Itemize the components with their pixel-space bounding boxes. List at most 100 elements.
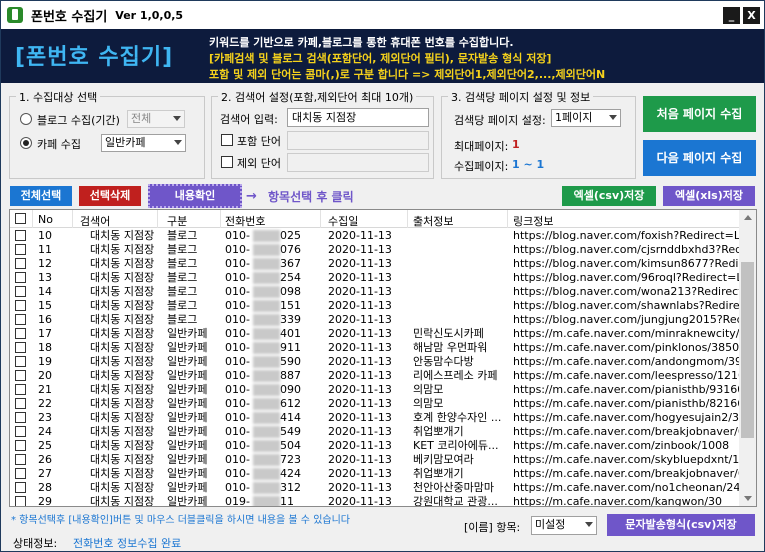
excel-xls-button[interactable]: 엑셀(xls)저장 [663,186,755,206]
keyword-input[interactable]: 대치동 지점장 [287,108,429,127]
col-header-type[interactable]: 구분 [167,213,187,229]
table-row[interactable]: 14 대치동 지점장 블로그 010- 098 2020-11-13 https://blo… [10,285,740,299]
col-header-link[interactable]: 링크정보 [513,213,553,229]
col-header-date[interactable]: 수집일 [328,213,358,229]
table-row[interactable]: 12 대치동 지점장 블로그 010- 367 2020-11-13 https://blo… [10,257,740,271]
sms-format-csv-button[interactable]: 문자발송형식(csv)저장 [607,514,755,536]
col-header-no[interactable]: No [38,213,53,226]
table-row[interactable]: 10 대치동 지점장 블로그 010- 025 2020-11-13 https://blo… [10,229,740,243]
row-checkbox[interactable] [15,286,26,297]
next-page-collect-button[interactable]: 다음 페이지 수집 [643,140,756,176]
row-checkbox[interactable] [15,328,26,339]
cell-phone-prefix: 010- [225,257,250,270]
table-row[interactable]: 27 대치동 지점장 일반카페 010- 424 2020-11-13 취업뽀개기 https… [10,467,740,481]
cell-link: https://m.cafe.naver.com/zinbook/1008 [513,439,730,452]
table-row[interactable]: 28 대치동 지점장 일반카페 010- 312 2020-11-13 천안아산중마맘마 ht… [10,481,740,495]
col-header-keyword[interactable]: 검색어 [80,213,110,229]
version-label: Ver 1,0,0,5 [115,8,184,22]
row-checkbox[interactable] [15,426,26,437]
row-checkbox[interactable] [15,440,26,451]
exclude-input[interactable] [287,153,429,172]
table-row[interactable]: 18 대치동 지점장 일반카페 010- 911 2020-11-13 해남맘 우먼파워 ht… [10,341,740,355]
exclude-checkbox[interactable] [221,156,233,168]
table-row[interactable]: 25 대치동 지점장 일반카페 010- 504 2020-11-13 KET 코리아에듀.… [10,439,740,453]
cafe-radio[interactable] [20,137,32,149]
vertical-scrollbar[interactable] [739,210,756,506]
delete-selected-button[interactable]: 선택삭제 [79,186,141,206]
row-checkbox[interactable] [15,300,26,311]
row-checkbox[interactable] [15,230,26,241]
cafe-type-select[interactable]: 일반카페 [101,134,186,152]
table-row[interactable]: 11 대치동 지점장 블로그 010- 076 2020-11-13 https://blo… [10,243,740,257]
blog-label: 블로그 수집(기간) [37,114,120,127]
cell-no: 13 [38,271,52,284]
cell-phone-suffix: 11 [280,495,294,507]
cell-source: 의맘모 [413,397,444,410]
page-setting-select[interactable]: 1페이지 [551,109,621,127]
masked-digits [253,440,280,452]
row-checkbox[interactable] [15,454,26,465]
row-checkbox[interactable] [15,384,26,395]
cell-date: 2020-11-13 [328,243,392,256]
blog-radio[interactable] [20,113,32,125]
col-header-phone[interactable]: 전화번호 [225,213,265,229]
cell-phone-suffix: 151 [280,299,301,312]
cell-phone-suffix: 549 [280,425,301,438]
cell-source: 안동맘수다방 [413,355,474,368]
cell-date: 2020-11-13 [328,425,392,438]
cell-no: 18 [38,341,52,354]
table-row[interactable]: 13 대치동 지점장 블로그 010- 254 2020-11-13 https://blo… [10,271,740,285]
cell-no: 27 [38,467,52,480]
cell-keyword: 대치동 지점장 [90,369,155,382]
row-checkbox[interactable] [15,468,26,479]
table-row[interactable]: 23 대치동 지점장 일반카페 010- 414 2020-11-13 호계 한양수자인 .… [10,411,740,425]
row-checkbox[interactable] [15,398,26,409]
table-row[interactable]: 24 대치동 지점장 일반카페 010- 549 2020-11-13 취업뽀개기 https… [10,425,740,439]
row-checkbox[interactable] [15,258,26,269]
cell-phone-suffix: 076 [280,243,301,256]
masked-digits [253,398,280,410]
table-row[interactable]: 17 대치동 지점장 일반카페 010- 401 2020-11-13 민락신도시카페 htt… [10,327,740,341]
close-button[interactable]: X [743,7,760,24]
view-content-button[interactable]: 내용확인 [148,184,242,208]
table-row[interactable]: 21 대치동 지점장 일반카페 010- 090 2020-11-13 의맘모 https:/… [10,383,740,397]
cell-date: 2020-11-13 [328,271,392,284]
table-row[interactable]: 16 대치동 지점장 블로그 010- 339 2020-11-13 https://blo… [10,313,740,327]
select-all-button[interactable]: 전체선택 [10,186,72,206]
row-checkbox[interactable] [15,496,26,506]
table-row[interactable]: 22 대치동 지점장 일반카페 010- 612 2020-11-13 의맘모 https:/… [10,397,740,411]
cell-type: 블로그 [167,229,198,242]
blog-period-select[interactable]: 전체 [127,110,185,128]
excel-csv-button[interactable]: 엑셀(csv)저장 [562,186,656,206]
cell-no: 19 [38,355,52,368]
scroll-thumb[interactable] [741,262,754,438]
cell-type: 블로그 [167,243,198,256]
row-checkbox[interactable] [15,314,26,325]
cell-type: 일반카페 [167,369,208,382]
include-input[interactable] [287,131,429,150]
table-row[interactable]: 20 대치동 지점장 일반카페 010- 887 2020-11-13 리에스프레소 카페 h… [10,369,740,383]
cell-date: 2020-11-13 [328,481,392,494]
row-checkbox[interactable] [15,370,26,381]
table-row[interactable]: 15 대치동 지점장 블로그 010- 151 2020-11-13 https://blo… [10,299,740,313]
row-checkbox[interactable] [15,482,26,493]
row-checkbox[interactable] [15,356,26,367]
footer-note: * 항목선택후 [내용확인]버튼 및 마우스 더블클릭을 하시면 내용을 볼 수… [11,515,350,526]
row-checkbox[interactable] [15,244,26,255]
name-item-select[interactable]: 미설정 [531,516,597,535]
row-checkbox[interactable] [15,342,26,353]
row-checkbox[interactable] [15,412,26,423]
cell-phone-prefix: 010- [225,341,250,354]
table-row[interactable]: 29 대치동 지점장 일반카페 019- 11 2020-11-13 강원대학교 관광...… [10,495,740,507]
cell-phone-prefix: 010- [225,271,250,284]
first-page-collect-button[interactable]: 처음 페이지 수집 [643,96,756,132]
hint-arrow-icon: → [246,189,257,204]
cell-phone-prefix: 010- [225,411,250,424]
row-checkbox[interactable] [15,272,26,283]
header-checkbox[interactable] [15,213,26,224]
table-row[interactable]: 19 대치동 지점장 일반카페 010- 590 2020-11-13 안동맘수다방 http… [10,355,740,369]
col-header-source[interactable]: 출처정보 [413,213,453,229]
minimize-button[interactable]: _ [723,7,740,24]
table-row[interactable]: 26 대치동 지점장 일반카페 010- 723 2020-11-13 베키맘모여라 http… [10,453,740,467]
include-checkbox[interactable] [221,134,233,146]
